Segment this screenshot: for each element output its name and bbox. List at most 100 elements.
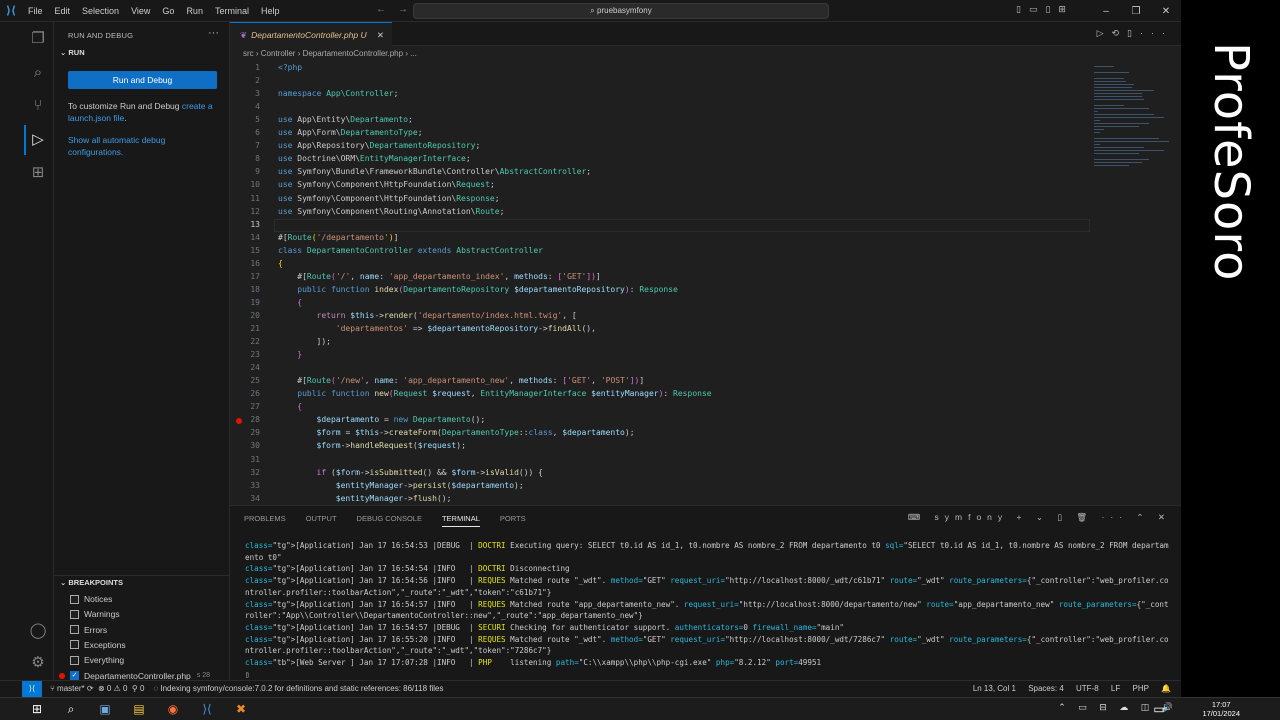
taskbar-search-icon[interactable]: ⌕ — [62, 701, 80, 717]
code-line[interactable]: use App\Form\DepartamentoType; — [278, 128, 423, 137]
panel-tab-ports[interactable]: PORTS — [500, 514, 526, 527]
line-number[interactable]: 31 — [230, 455, 260, 464]
code-line[interactable]: use Doctrine\ORM\EntityManagerInterface; — [278, 154, 471, 163]
line-number[interactable]: 28 — [230, 415, 260, 424]
extensions-icon[interactable]: ⊞ — [27, 162, 49, 184]
breakpoint-checkbox[interactable] — [70, 640, 79, 650]
code-line[interactable]: use Symfony\Component\HttpFoundation\Req… — [278, 180, 495, 189]
menu-item-terminal[interactable]: Terminal — [209, 6, 255, 16]
line-number[interactable]: 23 — [230, 350, 260, 359]
command-center-search[interactable]: ⌕ pruebasymfony — [413, 3, 829, 19]
line-number[interactable]: 19 — [230, 298, 260, 307]
menu-item-edit[interactable]: Edit — [49, 6, 77, 16]
breakpoint-checkbox[interactable] — [70, 594, 79, 604]
source-control-icon[interactable]: ⑂ — [27, 95, 49, 117]
code-line[interactable]: ]); — [278, 337, 331, 346]
line-number[interactable]: 21 — [230, 324, 260, 333]
panel-tab-output[interactable]: OUTPUT — [306, 514, 337, 527]
line-ending[interactable]: LF — [1111, 684, 1120, 693]
firefox-icon[interactable]: ◉ — [164, 701, 182, 717]
breakpoint-item[interactable]: Exceptions — [70, 638, 230, 652]
git-branch[interactable]: master* — [57, 684, 85, 693]
code-line[interactable]: 'departamentos' => $departamentoReposito… — [278, 324, 596, 333]
close-tab-icon[interactable]: ✕ — [377, 23, 384, 47]
code-line[interactable]: $entityManager->persist($departamento); — [278, 481, 524, 490]
code-line[interactable]: #[Route('/departamento')] — [278, 233, 398, 242]
terminal-output[interactable]: class="tg">[Application] Jan 17 16:54:53… — [245, 540, 1170, 680]
taskbar-clock[interactable]: 17:07 17/01/2024 — [1202, 700, 1240, 718]
code-line[interactable]: use App\Entity\Departamento; — [278, 115, 413, 124]
line-number[interactable]: 6 — [230, 128, 260, 137]
tab-departamento-controller[interactable]: ❦ DepartamentoController.php U ✕ — [230, 22, 392, 46]
line-number[interactable]: 18 — [230, 285, 260, 294]
search-icon[interactable]: ⌕ — [27, 62, 49, 84]
line-number[interactable]: 33 — [230, 481, 260, 490]
line-number[interactable]: 26 — [230, 389, 260, 398]
line-number[interactable]: 5 — [230, 115, 260, 124]
breakpoint-item[interactable]: Notices — [70, 592, 230, 606]
language-mode[interactable]: PHP — [1132, 684, 1148, 693]
notification-center-icon[interactable]: ▭ — [1150, 701, 1168, 717]
code-line[interactable]: use Symfony\Component\HttpFoundation\Res… — [278, 194, 500, 203]
breakpoint-checkbox[interactable] — [70, 655, 79, 665]
cursor-position[interactable]: Ln 13, Col 1 — [973, 684, 1016, 693]
line-number[interactable]: 22 — [230, 337, 260, 346]
breakpoint-checkbox[interactable]: ✓ — [70, 671, 79, 680]
code-line[interactable]: } — [278, 350, 302, 359]
close-window-icon[interactable]: ✕ — [1151, 6, 1181, 17]
line-number[interactable]: 4 — [230, 102, 260, 111]
indentation[interactable]: Spaces: 4 — [1028, 684, 1064, 693]
breadcrumb-item[interactable]: ... — [410, 49, 417, 58]
code-line[interactable]: if ($form->isSubmitted() && $form->isVal… — [278, 468, 543, 477]
code-line[interactable]: $form = $this->createForm(DepartamentoTy… — [278, 428, 635, 437]
layout-controls[interactable]: ▯▭▯⊞ — [1016, 4, 1074, 15]
code-line[interactable]: $entityManager->flush(); — [278, 494, 452, 503]
maximize-icon[interactable]: ❐ — [1121, 6, 1151, 17]
line-number[interactable]: 15 — [230, 246, 260, 255]
line-number[interactable]: 25 — [230, 376, 260, 385]
menu-item-run[interactable]: Run — [180, 6, 209, 16]
run-and-debug-button[interactable]: Run and Debug — [68, 71, 217, 89]
line-number[interactable]: 8 — [230, 154, 260, 163]
code-line[interactable]: { — [278, 259, 283, 268]
panel-tab-debug-console[interactable]: DEBUG CONSOLE — [357, 514, 422, 527]
code-line[interactable]: #[Route('/new', name: 'app_departamento_… — [278, 376, 644, 385]
line-number[interactable]: 17 — [230, 272, 260, 281]
line-number[interactable]: 2 — [230, 76, 260, 85]
editor-actions[interactable]: ▷⟲▯··· — [1097, 28, 1173, 39]
ports-count[interactable]: 0 — [140, 684, 144, 693]
file-explorer-icon[interactable]: ▤ — [130, 701, 148, 717]
breakpoint-checkbox[interactable] — [70, 609, 79, 619]
panel-actions[interactable]: ⌨ symfony + ⌄ ▯ 🗑 ··· ⌃ ✕ — [908, 512, 1171, 523]
panel-tab-problems[interactable]: PROBLEMS — [244, 514, 286, 527]
menu-item-help[interactable]: Help — [255, 6, 286, 16]
breakpoint-checkbox[interactable] — [70, 625, 79, 635]
menu-item-view[interactable]: View — [125, 6, 156, 16]
code-line[interactable]: <?php — [278, 63, 302, 72]
code-line[interactable]: use Symfony\Component\Routing\Annotation… — [278, 207, 504, 216]
code-line[interactable]: #[Route('/', name: 'app_departamento_ind… — [278, 272, 601, 281]
encoding[interactable]: UTF-8 — [1076, 684, 1099, 693]
code-line[interactable]: use Symfony\Bundle\FrameworkBundle\Contr… — [278, 167, 591, 176]
settings-gear-icon[interactable]: ⚙ — [27, 652, 49, 674]
run-section-header[interactable]: ⌄ RUN — [54, 48, 230, 62]
code-line[interactable]: { — [278, 402, 302, 411]
code-line[interactable]: $form->handleRequest($request); — [278, 441, 466, 450]
explorer-icon[interactable]: ❐ — [27, 28, 49, 50]
xampp-icon[interactable]: ✖ — [232, 701, 250, 717]
breadcrumb-item[interactable]: DepartamentoController.php — [303, 49, 404, 58]
breadcrumb-item[interactable]: Controller — [261, 49, 296, 58]
line-number[interactable]: 20 — [230, 311, 260, 320]
run-debug-icon[interactable]: ▷ — [24, 125, 49, 155]
line-number[interactable]: 9 — [230, 167, 260, 176]
remote-indicator-icon[interactable]: ⟩⟨ — [22, 681, 42, 697]
line-number[interactable]: 13 — [230, 220, 260, 229]
notifications-icon[interactable]: 🔔 — [1161, 684, 1171, 693]
breakpoint-item[interactable]: Warnings — [70, 607, 230, 621]
error-count[interactable]: 0 — [107, 684, 111, 693]
breakpoints-header[interactable]: ⌄ BREAKPOINTS — [54, 575, 230, 589]
warning-count[interactable]: 0 — [123, 684, 127, 693]
minimize-icon[interactable]: – — [1091, 6, 1121, 17]
line-number[interactable]: 10 — [230, 180, 260, 189]
panel-tab-terminal[interactable]: TERMINAL — [441, 514, 480, 527]
